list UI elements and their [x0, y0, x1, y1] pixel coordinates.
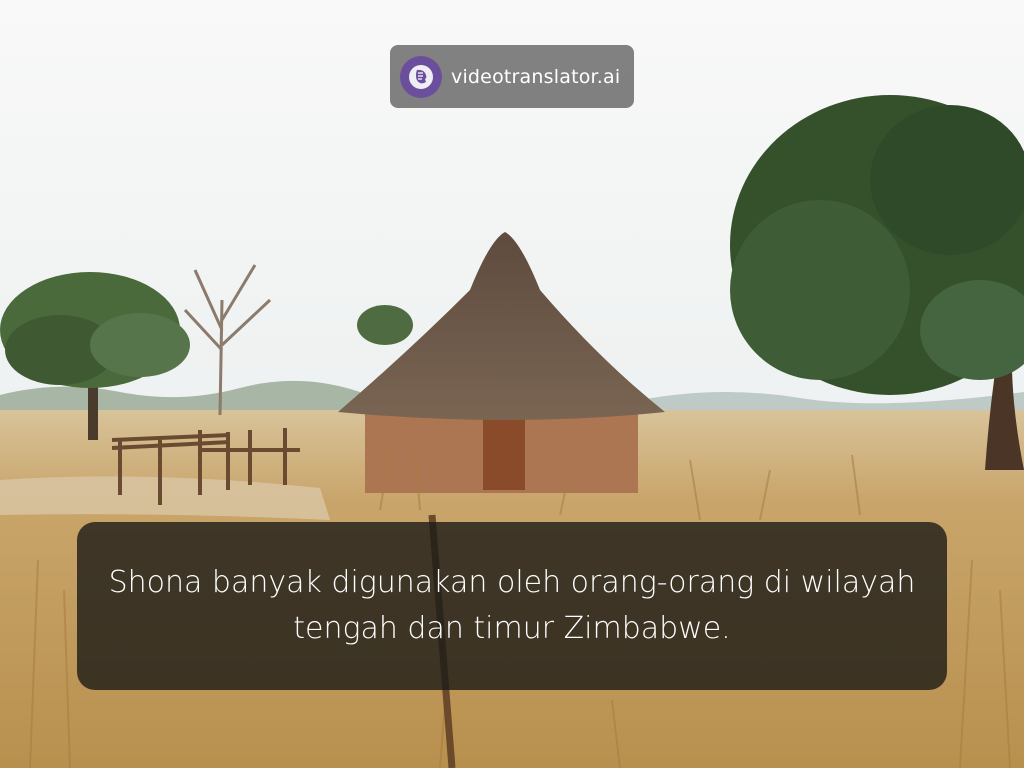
subtitle-text: Shona banyak digunakan oleh orang-orang …	[108, 565, 916, 646]
brand-watermark: videotranslator.ai	[390, 45, 634, 108]
face-profile-icon	[400, 55, 442, 98]
subtitle-overlay: Shona banyak digunakan oleh orang-orang …	[77, 522, 947, 690]
hut-door	[483, 410, 525, 490]
video-frame: videotranslator.ai Shona banyak digunaka…	[0, 0, 1024, 768]
brand-name: videotranslator.ai	[451, 65, 621, 88]
small-tree	[357, 305, 413, 345]
